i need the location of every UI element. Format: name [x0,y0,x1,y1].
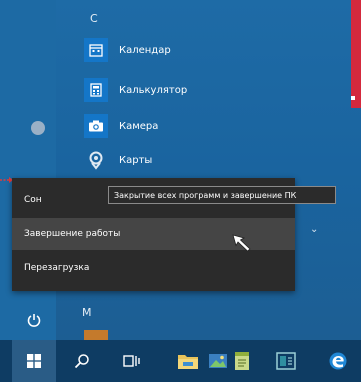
calendar-icon [84,38,108,62]
app-label-calendar: Календар [119,44,171,56]
menu-item-shutdown-label: Завершение работы [24,229,121,239]
calculator-icon [84,78,108,102]
power-icon[interactable] [26,312,42,328]
menu-item-restart[interactable]: Перезагрузка [12,252,295,284]
app-item-maps[interactable]: Карты [84,148,152,172]
windows-start-icon[interactable] [12,340,56,382]
task-view-icon[interactable] [112,340,152,382]
live-tile-red[interactable] [351,0,361,108]
app-label-camera: Камера [119,120,159,132]
menu-item-sleep-label: Сон [24,195,42,205]
app-label-maps: Карты [119,154,153,166]
app-item-camera[interactable]: Камера [84,114,158,138]
notepad-icon[interactable] [222,340,262,382]
section-letter-c[interactable]: C [90,12,98,25]
app-item-partial[interactable] [84,330,108,340]
camera-icon [84,114,108,138]
user-avatar-icon[interactable] [31,121,45,135]
live-tile-indicator [351,96,355,100]
menu-item-restart-label: Перезагрузка [24,263,90,273]
app-label-calculator: Калькулятор [119,84,188,96]
edge-icon[interactable] [318,340,358,382]
mouse-cursor-icon [232,234,251,252]
app-icon[interactable] [266,340,306,382]
search-icon[interactable] [62,340,102,382]
chevron-down-icon[interactable]: ⌄ [310,224,318,235]
section-letter-m[interactable]: М [82,306,92,319]
shutdown-tooltip: Закрытие всех программ и завершение ПК [108,186,336,204]
app-item-calculator[interactable]: Калькулятор [84,78,187,102]
app-item-calendar[interactable]: Календар [84,38,171,62]
maps-icon [84,148,108,172]
